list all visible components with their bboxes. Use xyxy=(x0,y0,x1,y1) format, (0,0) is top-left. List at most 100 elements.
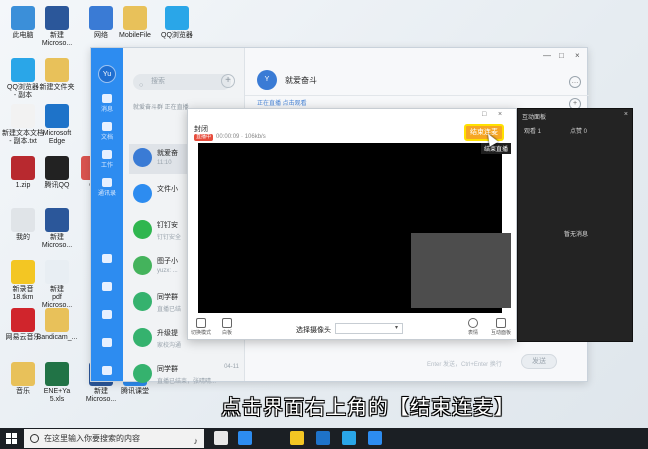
edge-icon[interactable] xyxy=(316,431,330,445)
more-options-icon[interactable]: … xyxy=(569,76,581,88)
desktop-icon[interactable]: QQ浏览器 xyxy=(154,6,200,40)
file-icon xyxy=(11,362,35,386)
desktop-icon-label: MobileFile xyxy=(119,32,151,39)
desktop-icon-label: Bandicam_... xyxy=(36,334,78,341)
desktop-icon-label: 新建 Microso... xyxy=(41,32,73,47)
sidebar-item-tasks[interactable] xyxy=(91,279,123,307)
chat-live-banner[interactable]: 正在直播 点击观看 xyxy=(257,98,307,107)
file-icon xyxy=(45,156,69,180)
store-icon[interactable] xyxy=(290,431,304,445)
tencent-classroom-icon[interactable] xyxy=(368,431,382,445)
sidebar-item-label: 工作 xyxy=(100,163,113,169)
chat-title: 就爱奋斗 xyxy=(285,76,317,85)
chat-avatar: Y xyxy=(257,70,277,90)
file-icon xyxy=(89,6,113,30)
desktop-icon[interactable]: 新建 Microso... xyxy=(34,6,80,48)
conversation-name: 就爱奋 xyxy=(157,150,178,157)
chat-bubble-icon xyxy=(496,318,506,328)
mail-icon[interactable] xyxy=(238,431,252,445)
taskbar-search-placeholder: 在这里输入你要搜索的内容 xyxy=(44,434,140,443)
input-hint: Enter 发送，Ctrl+Enter 换行 xyxy=(427,362,502,368)
close-button[interactable]: × xyxy=(575,51,580,60)
live-window: □ × 封闭 直播中 00:00:09 · 106kb/s 结束连麦 结束直播 切… xyxy=(187,108,517,340)
switch-mode-button[interactable]: 切换模式 xyxy=(190,318,212,336)
file-icon xyxy=(11,260,35,284)
file-icon xyxy=(45,260,69,284)
conversation-item[interactable]: 同学群 直播已结束，张晴晴... 04-11 xyxy=(129,360,245,390)
panel-close-button[interactable]: × xyxy=(624,111,628,118)
desktop-icon[interactable]: 新建文件夹 xyxy=(34,58,80,92)
maximize-button[interactable]: □ xyxy=(559,51,564,60)
windows-start-button[interactable] xyxy=(6,433,17,444)
checkbox-icon xyxy=(102,282,112,291)
interaction-panel: 互动面板 × 观看 1 点赞 0 暂无消息 xyxy=(517,108,633,342)
file-icon xyxy=(45,58,69,82)
conversation-avatar xyxy=(133,364,152,383)
task-view-icon[interactable] xyxy=(214,431,228,445)
user-avatar[interactable]: Yu xyxy=(98,65,116,83)
tab-viewers[interactable]: 观看 1 xyxy=(524,126,541,135)
search-input[interactable]: ○ 搜索 xyxy=(133,74,231,90)
sidebar-item-phone[interactable] xyxy=(91,335,123,363)
sidebar-item-docs[interactable]: 文档 xyxy=(91,119,123,147)
conversation-name: 同学群 xyxy=(157,366,178,373)
file-icon xyxy=(11,104,35,128)
conversation-name: 同学群 xyxy=(157,294,178,301)
file-icon xyxy=(11,308,35,332)
minimize-button[interactable]: — xyxy=(543,51,551,60)
conversation-name: 图子小 xyxy=(157,258,178,265)
sidebar-item-contacts[interactable]: 通讯录 xyxy=(91,175,123,203)
camera-label: 选择摄像头 xyxy=(296,327,331,334)
live-close-button[interactable]: × xyxy=(498,111,502,118)
conversation-name: 文件小 xyxy=(157,186,178,193)
file-icon xyxy=(165,6,189,30)
desktop-icon[interactable]: MobileFile xyxy=(112,6,158,40)
desktop-icon[interactable]: 新建 Microso... xyxy=(34,208,80,250)
sidebar-item-work[interactable]: 工作 xyxy=(91,147,123,175)
microphone-icon[interactable]: ♪ xyxy=(194,432,199,449)
grid-icon xyxy=(196,318,206,328)
tool-label: 互动面板 xyxy=(490,330,511,336)
tab-likes[interactable]: 点赞 0 xyxy=(570,126,587,135)
conversation-avatar xyxy=(133,292,152,311)
camera-preview[interactable] xyxy=(411,233,511,308)
sidebar-item-flash[interactable] xyxy=(91,307,123,335)
smile-icon xyxy=(468,318,478,328)
add-button[interactable]: + xyxy=(221,74,235,88)
taskbar-search-input[interactable]: 在这里输入你要搜索的内容 ♪ xyxy=(24,429,204,448)
message-icon xyxy=(102,94,112,103)
sidebar-item-messages[interactable]: 消息 xyxy=(91,91,123,119)
whiteboard-button[interactable]: 白板 xyxy=(216,318,238,336)
phone-icon xyxy=(102,338,112,347)
conversation-avatar xyxy=(133,184,152,203)
live-title: 封闭 xyxy=(194,126,208,133)
tool-label: 白板 xyxy=(221,330,232,336)
conversation-avatar xyxy=(133,220,152,239)
file-icon xyxy=(11,208,35,232)
live-maximize-button[interactable]: □ xyxy=(482,111,486,118)
send-button[interactable]: 发送 xyxy=(521,354,557,369)
sidebar-item-more[interactable] xyxy=(91,363,123,391)
conversation-preview: 11:10 xyxy=(157,160,172,166)
conversation-name: 升级提 xyxy=(157,330,178,337)
sidebar-item-calendar[interactable] xyxy=(91,251,123,279)
desktop-icon-label: Microsoft Edge xyxy=(42,130,72,145)
live-notice[interactable]: 就爱奋斗群 正在直播 xyxy=(133,102,189,111)
emoji-button[interactable]: 表情 xyxy=(462,318,484,336)
file-icon xyxy=(45,6,69,30)
desktop-icon[interactable]: 新建 pdf Microso... xyxy=(34,260,80,310)
qq-browser-icon[interactable] xyxy=(342,431,356,445)
desktop-icon[interactable]: Microsoft Edge xyxy=(34,104,80,146)
desktop-icon-label: 新建文件夹 xyxy=(39,84,75,91)
chat-header: Y 就爱奋斗 正在直播 点击观看 xyxy=(245,66,589,107)
live-badge: 直播中 xyxy=(194,134,214,141)
desktop-icon[interactable]: Bandicam_... xyxy=(34,308,80,342)
cortana-icon xyxy=(30,434,39,443)
tutorial-caption: 点击界面右上角的【结束连麦】 xyxy=(221,395,515,419)
more-icon xyxy=(102,366,112,375)
desktop-icon[interactable]: ENE+Ya 5.xls xyxy=(34,362,80,404)
camera-select[interactable]: ▾ xyxy=(335,323,403,334)
desktop-icon-label: QQ浏览器 xyxy=(161,32,193,39)
interaction-panel-button[interactable]: 互动面板 xyxy=(490,318,512,336)
desktop-icon-label: 新建 Microso... xyxy=(41,234,73,249)
